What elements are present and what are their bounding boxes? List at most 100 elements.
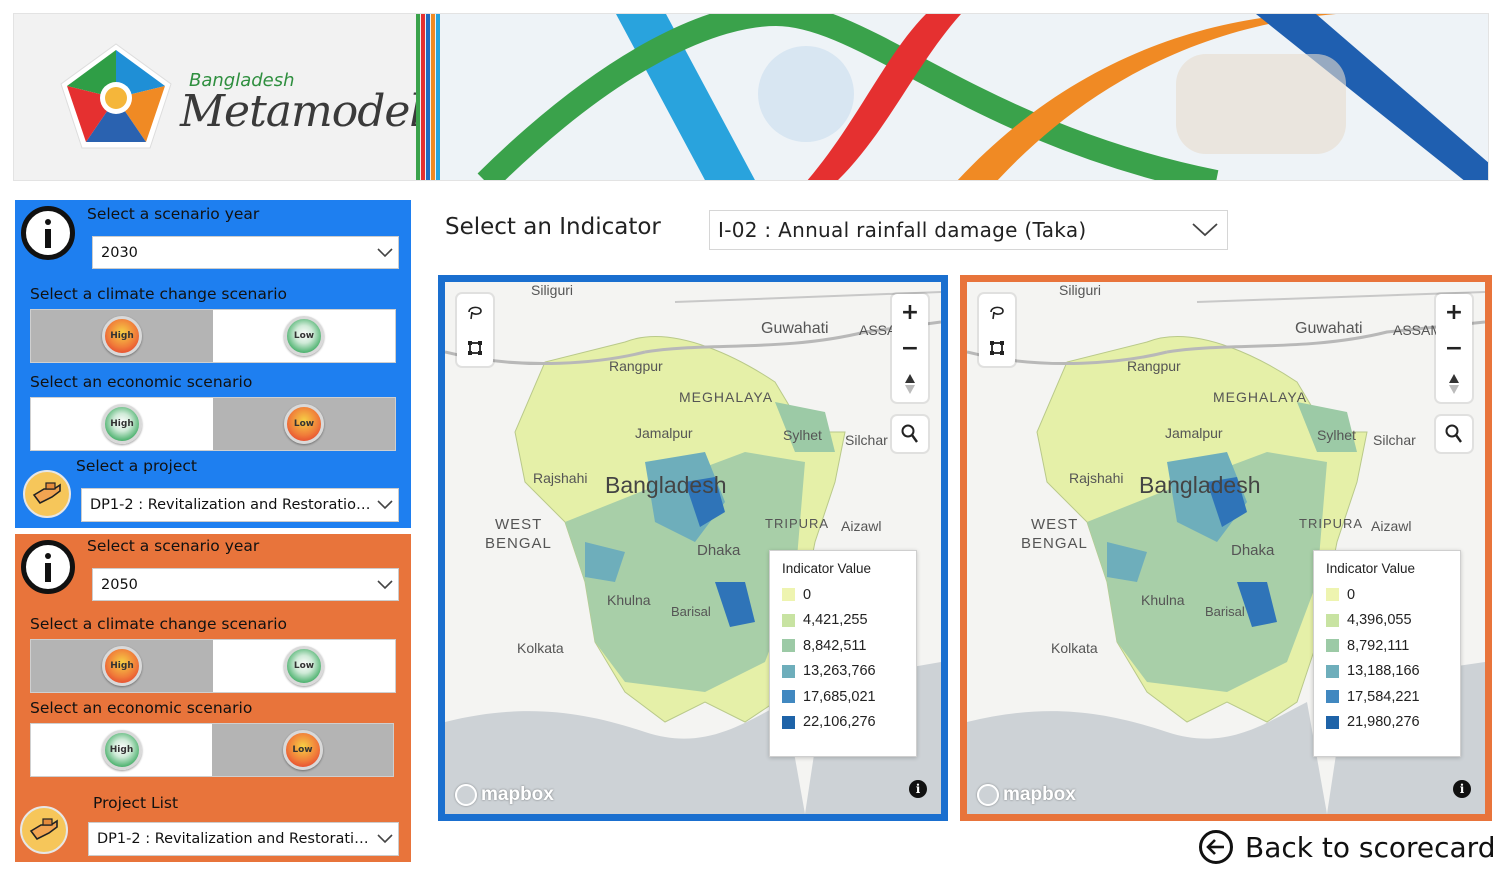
climate-high-knob: High [102, 646, 142, 686]
place-label: Barisal [1205, 604, 1245, 619]
economic-label: Select an economic scenario [30, 699, 253, 717]
indicator-value: I-02 : Annual rainfall damage (Taka) [718, 218, 1087, 242]
year-value: 2050 [101, 576, 138, 593]
year-dropdown[interactable]: 2030 [92, 236, 399, 269]
mapbox-logo[interactable]: mapbox [977, 784, 1076, 806]
legend-value: 4,396,055 [1347, 612, 1412, 629]
search-zoom-icon[interactable] [1436, 416, 1472, 452]
climate-low-knob: Low [284, 316, 324, 356]
zoom-in-button[interactable]: + [1436, 294, 1472, 330]
legend-item: 8,842,511 [782, 633, 904, 659]
place-label: MEGHALAYA [679, 389, 774, 405]
chevron-down-icon [372, 823, 398, 855]
zoom-in-button[interactable]: + [892, 294, 928, 330]
legend-swatch [1326, 639, 1339, 653]
compass-icon[interactable] [1436, 366, 1472, 402]
zoom-out-button[interactable]: − [1436, 330, 1472, 366]
year-dropdown[interactable]: 2050 [92, 568, 399, 601]
year-value: 2030 [101, 244, 138, 261]
attribution-info-icon[interactable]: i [1453, 780, 1471, 798]
zoom-to-data [892, 416, 928, 452]
place-label: Sylhet [783, 427, 822, 443]
logo: Bangladesh Metamodel [14, 14, 423, 180]
economic-toggle: High Low [30, 397, 396, 451]
search-zoom-icon[interactable] [892, 416, 928, 452]
project-label: Select a project [76, 457, 197, 475]
place-label: TRIPURA [1299, 516, 1364, 531]
rect-select-icon[interactable] [979, 330, 1015, 366]
place-label: Khulna [607, 592, 651, 608]
place-label: Kolkata [1051, 640, 1098, 656]
info-icon[interactable] [21, 206, 75, 260]
climate-low-button[interactable]: Low [213, 640, 395, 692]
climate-high-button[interactable]: High [31, 640, 213, 692]
place-label: Jamalpur [635, 425, 693, 441]
attribution-info-icon[interactable]: i [909, 780, 927, 798]
climate-low-button[interactable]: Low [213, 310, 395, 362]
place-label: Guwahati [1295, 320, 1363, 337]
project-value: DP1-2 : Revitalization and Restoration o… [97, 831, 372, 847]
year-label: Select a scenario year [87, 205, 260, 223]
economic-high-button[interactable]: High [31, 398, 213, 450]
metamodel-logo-icon [60, 43, 172, 149]
legend-swatch [782, 690, 795, 704]
legend-item: 17,584,221 [1326, 684, 1448, 710]
back-label: Back to scorecard [1245, 830, 1496, 864]
country-label: Bangladesh [605, 472, 727, 498]
economic-low-button[interactable]: Low [213, 398, 395, 450]
legend-value: 8,792,111 [1347, 637, 1410, 654]
compass-icon[interactable] [892, 366, 928, 402]
info-icon[interactable] [21, 540, 75, 594]
legend-value: 0 [803, 586, 812, 603]
map-1[interactable]: Siliguri Guwahati ASSAM Rangpur MEGHALAY… [438, 275, 948, 821]
place-label: Aizawl [1371, 518, 1412, 534]
climate-label: Select a climate change scenario [30, 615, 288, 633]
header-banner: Bangladesh Metamodel [13, 13, 1489, 181]
country-label: Bangladesh [1139, 472, 1261, 498]
chevron-down-icon [372, 237, 398, 268]
economic-toggle: High Low [30, 723, 394, 777]
chevron-down-icon [372, 489, 398, 521]
lasso-select-icon[interactable] [457, 294, 493, 330]
project-dropdown[interactable]: DP1-2 : Revitalization and Restoration o… [88, 822, 399, 856]
project-dropdown[interactable]: DP1-2 : Revitalization and Restoration o… [81, 488, 399, 522]
economic-low-knob: Low [282, 730, 323, 770]
climate-toggle: High Low [30, 639, 396, 693]
economic-label: Select an economic scenario [30, 373, 253, 391]
project-hand-icon [23, 470, 71, 518]
place-label: Sylhet [1317, 427, 1356, 443]
legend: Indicator Value 0 4,396,055 8,792,111 13… [1313, 550, 1461, 757]
legend-value: 13,263,766 [803, 663, 876, 680]
lasso-select-icon[interactable] [979, 294, 1015, 330]
mapbox-logo[interactable]: mapbox [455, 784, 554, 806]
zoom-out-button[interactable]: − [892, 330, 928, 366]
economic-high-knob: High [101, 730, 142, 770]
place-label: Dhaka [697, 542, 741, 559]
indicator-label: Select an Indicator [445, 214, 661, 240]
map-2[interactable]: Siliguri Guwahati ASSAM Rangpur MEGHALAY… [960, 275, 1492, 821]
scenario-panel-2: Select a scenario year 2050 Select a cli… [15, 534, 411, 862]
legend: Indicator Value 0 4,421,255 8,842,511 13… [769, 550, 917, 757]
climate-label: Select a climate change scenario [30, 285, 288, 303]
place-label: TRIPURA [765, 516, 830, 531]
rect-select-icon[interactable] [457, 330, 493, 366]
economic-high-button[interactable]: High [31, 724, 212, 776]
legend-item: 0 [782, 582, 904, 608]
legend-swatch [782, 639, 795, 653]
back-arrow-icon [1199, 830, 1233, 864]
project-label: Project List [93, 794, 179, 812]
legend-title: Indicator Value [782, 561, 872, 576]
climate-high-knob: High [102, 316, 142, 356]
indicator-dropdown[interactable]: I-02 : Annual rainfall damage (Taka) [709, 210, 1228, 250]
climate-high-button[interactable]: High [31, 310, 213, 362]
back-to-scorecard-button[interactable]: Back to scorecard [1199, 830, 1495, 864]
zoom-controls: + − [892, 294, 928, 402]
banner-decoration [416, 14, 1488, 180]
legend-swatch [1326, 715, 1339, 729]
place-label: Rajshahi [533, 470, 588, 486]
project-hand-icon [20, 806, 68, 854]
chevron-down-icon [372, 569, 398, 600]
place-label: Aizawl [841, 518, 882, 534]
place-label: Siliguri [1059, 282, 1102, 298]
economic-low-button[interactable]: Low [212, 724, 393, 776]
